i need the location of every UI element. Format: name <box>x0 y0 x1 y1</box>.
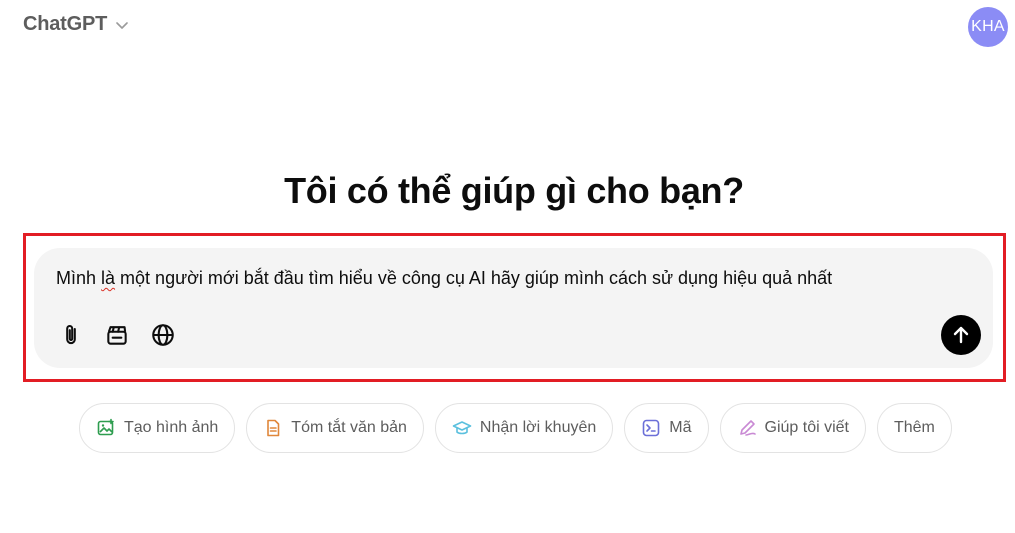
clapperboard-icon <box>107 326 127 345</box>
avatar[interactable]: KHA <box>968 7 1008 47</box>
chip-label: Tóm tắt văn bản <box>291 419 407 436</box>
prompt-input[interactable]: Mình là một người mới bắt đầu tìm hiểu v… <box>56 268 832 289</box>
attach-button[interactable] <box>53 320 89 350</box>
prompt-composer[interactable]: Mình là một người mới bắt đầu tìm hiểu v… <box>34 248 993 368</box>
pen-icon <box>737 418 757 438</box>
image-icon <box>96 418 116 438</box>
chip-code[interactable]: Mã <box>624 403 709 453</box>
composer-tools <box>53 320 181 350</box>
paperclip-icon <box>66 325 76 345</box>
search-web-button[interactable] <box>145 320 181 350</box>
model-name: ChatGPT <box>23 13 108 35</box>
chip-label: Mã <box>669 419 692 436</box>
terminal-icon <box>641 418 661 438</box>
suggestion-chips: Tạo hình ảnh Tóm tắt văn bản Nhận lời kh… <box>79 403 952 453</box>
prompt-text-misspelled: là <box>101 268 116 288</box>
chip-label: Giúp tôi viết <box>764 419 849 436</box>
prompt-text-start: Mình <box>56 268 102 288</box>
globe-icon <box>152 324 174 346</box>
send-button[interactable] <box>941 315 981 355</box>
avatar-initials: KHA <box>971 18 1005 35</box>
model-selector[interactable]: ChatGPT <box>23 13 129 36</box>
chip-more[interactable]: Thêm <box>876 403 952 453</box>
chip-get-advice[interactable]: Nhận lời khuyên <box>434 403 614 453</box>
video-button[interactable] <box>99 320 135 350</box>
chip-label: Thêm <box>893 419 935 436</box>
chip-summarize-text[interactable]: Tóm tắt văn bản <box>246 403 424 453</box>
chip-create-image[interactable]: Tạo hình ảnh <box>79 403 236 453</box>
page-title: Tôi có thể giúp gì cho bạn? <box>284 170 744 211</box>
chip-label: Tạo hình ảnh <box>124 419 219 436</box>
chip-label: Nhận lời khuyên <box>479 419 597 436</box>
document-icon <box>263 418 283 438</box>
graduation-cap-icon <box>452 418 472 438</box>
chevron-down-icon <box>115 18 129 32</box>
arrow-up-icon <box>953 326 969 344</box>
chip-help-me-write[interactable]: Giúp tôi viết <box>719 403 866 453</box>
prompt-text-rest: một người mới bắt đầu tìm hiểu về công c… <box>115 268 833 288</box>
